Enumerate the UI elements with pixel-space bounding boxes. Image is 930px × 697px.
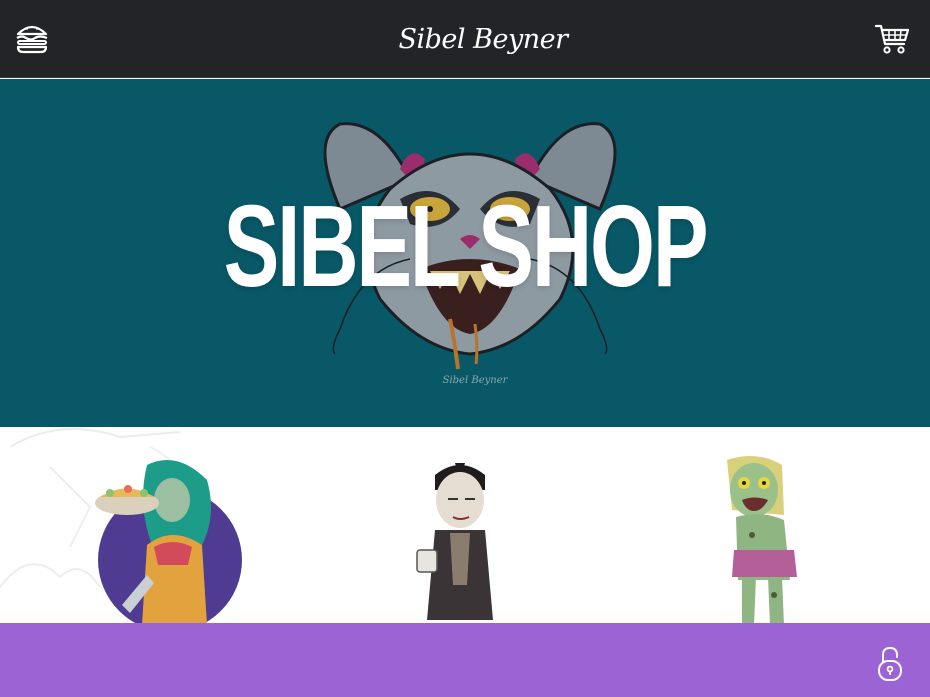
shopping-cart-icon <box>874 24 910 54</box>
zombie-illustration[interactable] <box>712 455 807 623</box>
brand-logo[interactable]: Sibel Beyner <box>398 18 568 62</box>
hamburger-icon <box>16 25 48 54</box>
lock-button[interactable] <box>877 646 903 682</box>
padlock-open-icon <box>878 646 902 681</box>
menu-button[interactable] <box>13 21 51 55</box>
hero-title: SIBEL SHOP <box>223 181 709 311</box>
cart-button[interactable] <box>874 22 910 56</box>
hero-banner: SIBEL SHOP Sibel Beyner <box>0 79 930 427</box>
hero-signature: Sibel Beyner <box>442 375 508 386</box>
chef-woman-illustration[interactable] <box>92 455 252 623</box>
top-nav-bar: Sibel Beyner <box>0 0 930 78</box>
vampire-illustration[interactable] <box>415 455 505 623</box>
bottom-bar <box>0 623 930 697</box>
product-preview-row <box>0 427 930 623</box>
